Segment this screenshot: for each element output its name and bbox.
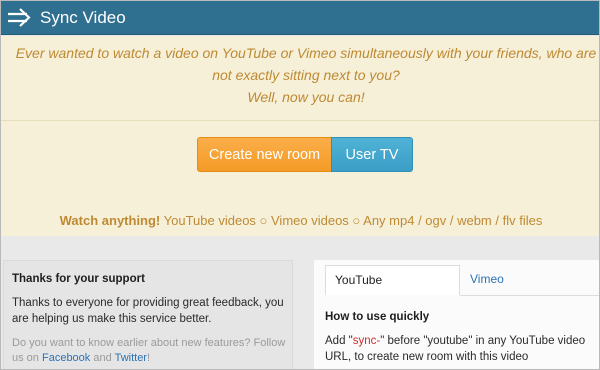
tab-youtube[interactable]: YouTube [325, 265, 460, 295]
tagline-line-3: Well, now you can! [247, 89, 365, 105]
howto-panel: YouTube Vimeo How to use quickly Add "sy… [314, 260, 599, 369]
arrow-logo-icon[interactable] [7, 7, 33, 29]
howto-heading: How to use quickly [325, 311, 430, 323]
watch-anything-label: Watch anything! [59, 213, 161, 228]
howto-text-start: Add " [325, 335, 353, 347]
exclamation: ! [146, 352, 151, 364]
supported-formats-text: YouTube videos ○ Vimeo videos ○ Any mp4 … [160, 213, 543, 228]
tagline: Ever wanted to watch a video on YouTube … [11, 42, 599, 108]
tab-vimeo[interactable]: Vimeo [470, 265, 504, 293]
follow-us-text: Do you want to know earlier about new fe… [12, 336, 288, 366]
facebook-link[interactable]: Facebook [42, 352, 90, 364]
tagline-line-2: not exactly sitting next to you? [212, 67, 400, 83]
twitter-link[interactable]: Twitter [115, 352, 147, 364]
support-panel: Thanks for your support Thanks to everyo… [3, 260, 293, 369]
support-heading: Thanks for your support [12, 273, 145, 285]
app-title[interactable]: Sync Video [40, 7, 126, 28]
hero-section: Ever wanted to watch a video on YouTube … [1, 36, 599, 236]
user-tv-button[interactable]: User TV [331, 137, 413, 172]
howto-instructions: Add "sync-" before "youtube" in any YouT… [325, 333, 595, 365]
supported-formats-line: Watch anything! YouTube videos ○ Vimeo v… [1, 212, 599, 230]
tagline-line-1: Ever wanted to watch a video on YouTube … [15, 45, 597, 61]
support-body: Thanks to everyone for providing great f… [12, 297, 284, 325]
hero-divider [1, 120, 599, 121]
sync-prefix-highlight: sync- [352, 335, 381, 347]
create-new-room-button[interactable]: Create new room [197, 137, 332, 172]
top-bar: Sync Video [1, 1, 599, 35]
tab-divider [460, 295, 599, 296]
app-window: Sync Video Ever wanted to watch a video … [0, 0, 600, 370]
and-text: and [93, 352, 112, 364]
